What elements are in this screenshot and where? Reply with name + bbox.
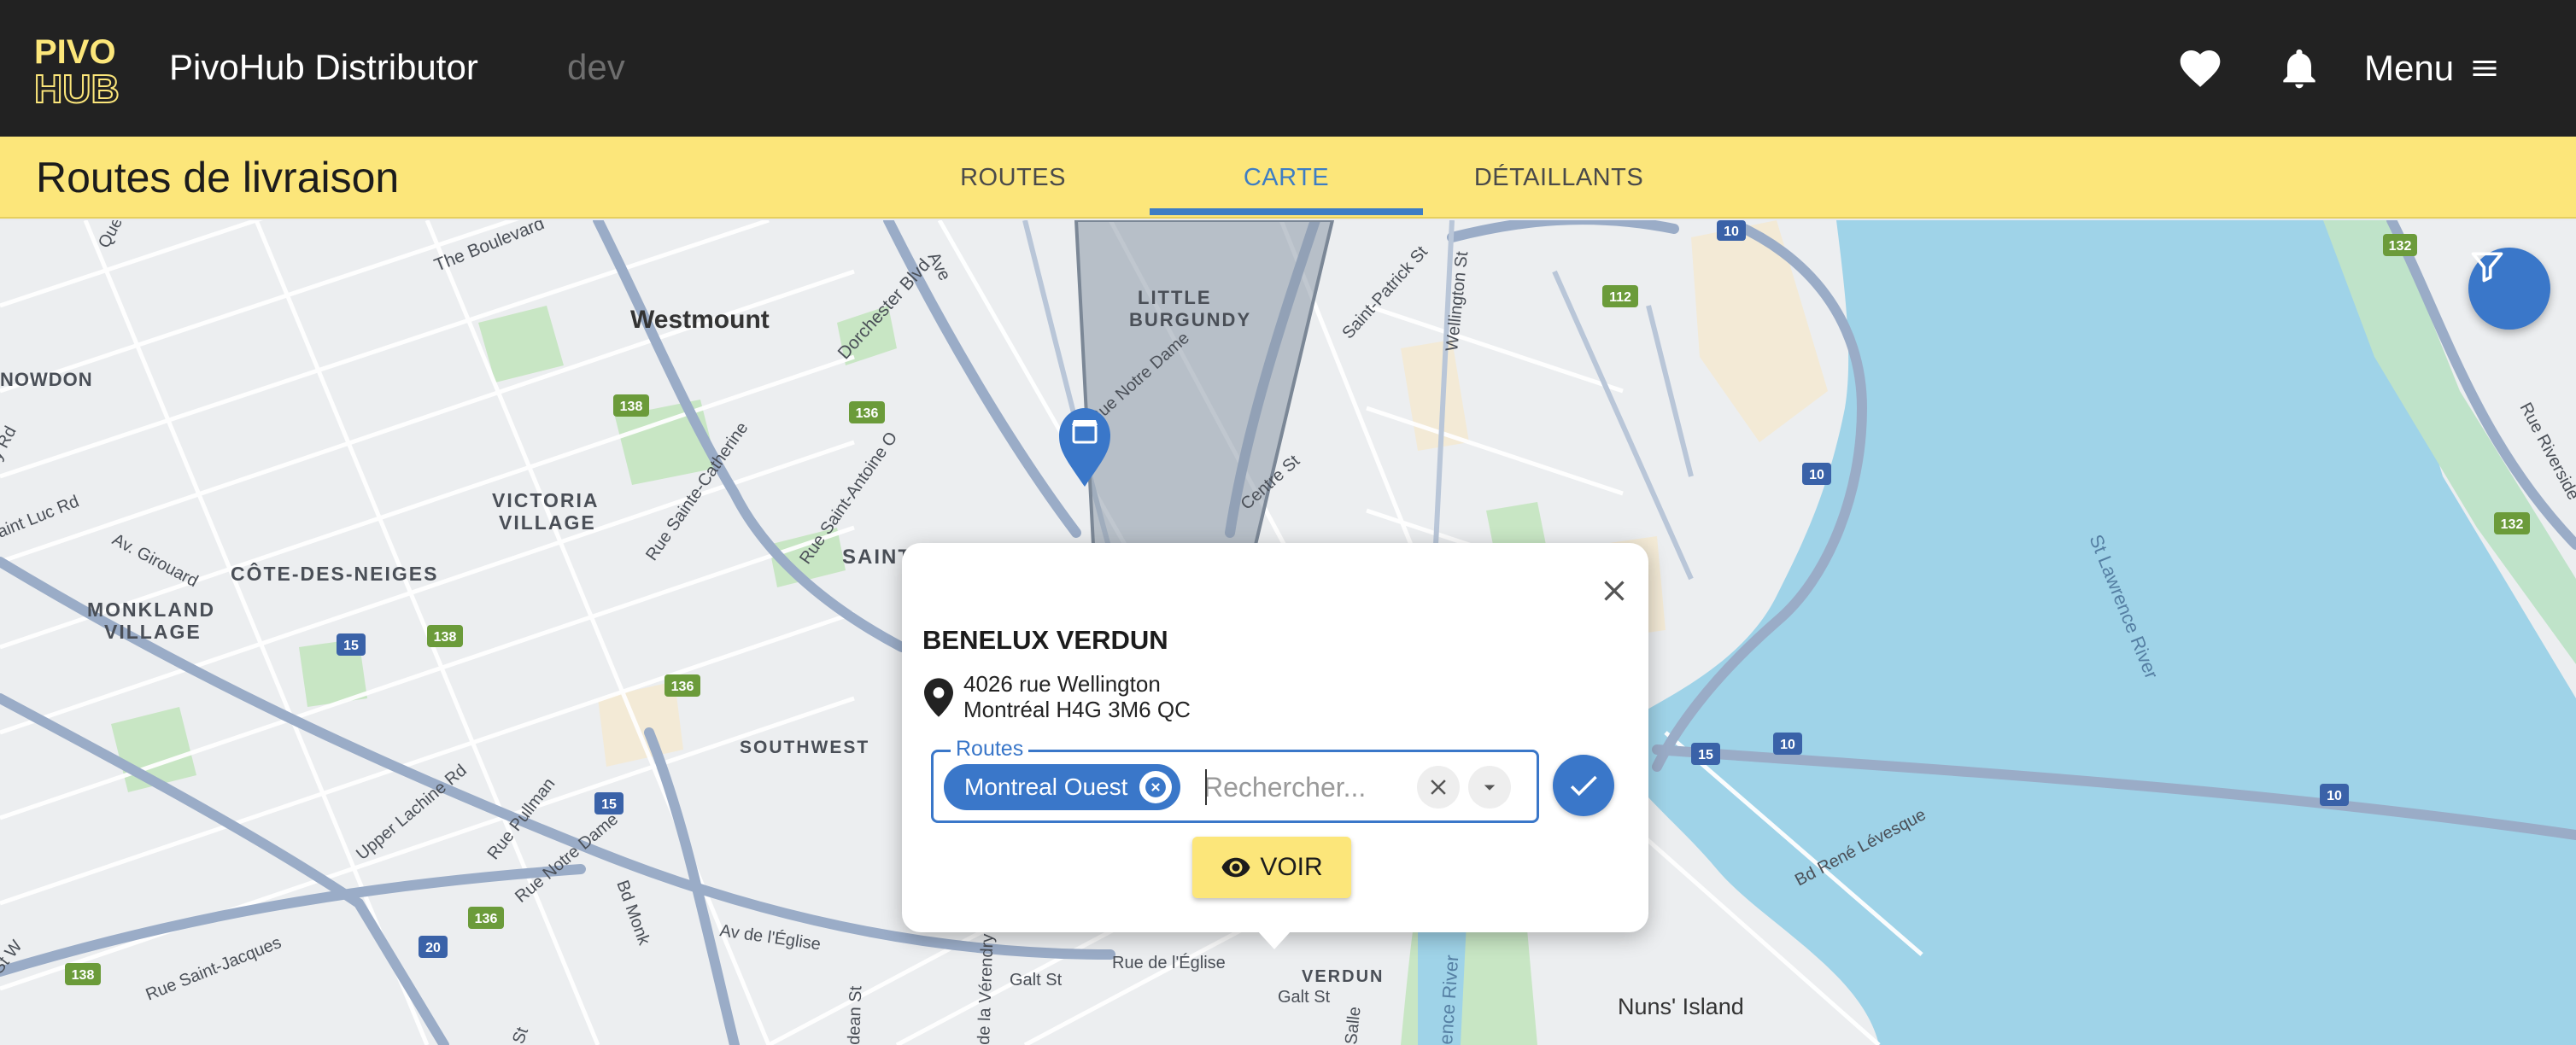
svg-text:dean St: dean St bbox=[845, 985, 865, 1045]
svg-text:132: 132 bbox=[2389, 239, 2412, 254]
svg-text:VERDUN: VERDUN bbox=[1302, 967, 1384, 986]
store-name: BENELUX VERDUN bbox=[922, 625, 1168, 655]
svg-text:PIVO: PIVO bbox=[34, 33, 116, 71]
store-popup: BENELUX VERDUN 4026 rue Wellington Montr… bbox=[902, 543, 1648, 932]
app-bar: PIVO HUB PivoHub Distributor dev Menu bbox=[0, 0, 2576, 137]
active-tab-indicator bbox=[1150, 208, 1423, 215]
svg-text:132: 132 bbox=[2501, 517, 2524, 532]
svg-text:VILLAGE: VILLAGE bbox=[104, 621, 202, 643]
svg-text:VICTORIA: VICTORIA bbox=[492, 489, 599, 511]
eye-icon bbox=[1221, 857, 1250, 878]
svg-text:136: 136 bbox=[475, 912, 498, 926]
svg-text:CÔTE-DES-NEIGES: CÔTE-DES-NEIGES bbox=[231, 562, 438, 585]
address-line-1: 4026 rue Wellington bbox=[963, 671, 1161, 697]
shield-label: 10 bbox=[1724, 225, 1739, 239]
svg-text:MONKLAND: MONKLAND bbox=[87, 598, 215, 621]
svg-text:HUB: HUB bbox=[34, 67, 120, 108]
confirm-route-button[interactable] bbox=[1553, 755, 1614, 816]
favorites-heart-icon[interactable] bbox=[2176, 44, 2224, 92]
svg-text:Salle: Salle bbox=[1342, 1006, 1365, 1045]
clear-selection-button[interactable] bbox=[1417, 766, 1460, 809]
map-label-westmount: Westmount bbox=[630, 306, 770, 334]
page-title: Routes de livraison bbox=[36, 154, 400, 201]
svg-text:10: 10 bbox=[1809, 468, 1824, 482]
filter-button[interactable] bbox=[2468, 248, 2550, 330]
text-caret bbox=[1205, 769, 1207, 805]
page-header: Routes de livraison ROUTES CARTE DÉTAILL… bbox=[0, 137, 2576, 219]
check-icon bbox=[1570, 775, 1597, 797]
svg-text:Galt St: Galt St bbox=[1010, 971, 1063, 990]
svg-text:LITTLE: LITTLE bbox=[1138, 287, 1212, 308]
svg-text:20: 20 bbox=[425, 941, 441, 955]
svg-text:138: 138 bbox=[434, 630, 457, 645]
tab-detaillants[interactable]: DÉTAILLANTS bbox=[1452, 137, 1666, 219]
filter-icon bbox=[2471, 252, 2503, 283]
menu-button[interactable]: Menu bbox=[2364, 39, 2500, 97]
svg-text:138: 138 bbox=[72, 968, 95, 983]
route-chip-label: Montreal Ouest bbox=[964, 774, 1128, 800]
voir-label: VOIR bbox=[1260, 853, 1323, 881]
close-popup-button[interactable] bbox=[1590, 567, 1638, 615]
dropdown-toggle-button[interactable] bbox=[1468, 766, 1511, 809]
close-icon bbox=[1604, 581, 1625, 601]
routes-label: Routes bbox=[951, 737, 1029, 761]
svg-text:138: 138 bbox=[620, 400, 643, 414]
hamburger-icon bbox=[2473, 61, 2497, 76]
svg-text:Galt St: Galt St bbox=[1278, 988, 1331, 1007]
environment-tag: dev bbox=[567, 47, 625, 87]
remove-chip-icon[interactable] bbox=[1139, 771, 1173, 803]
tab-routes[interactable]: ROUTES bbox=[928, 137, 1098, 219]
svg-text:15: 15 bbox=[1698, 748, 1713, 762]
svg-text:10: 10 bbox=[1780, 738, 1795, 752]
svg-text:BURGUNDY: BURGUNDY bbox=[1129, 309, 1251, 330]
tab-carte[interactable]: CARTE bbox=[1150, 137, 1423, 219]
svg-text:VILLAGE: VILLAGE bbox=[499, 511, 596, 534]
voir-button[interactable]: VOIR bbox=[1192, 837, 1351, 898]
svg-text:SOUTHWEST: SOUTHWEST bbox=[740, 738, 869, 757]
route-chip[interactable]: Montreal Ouest bbox=[944, 764, 1181, 810]
notifications-bell-icon[interactable] bbox=[2275, 44, 2323, 92]
svg-text:136: 136 bbox=[671, 680, 694, 694]
clear-icon bbox=[1431, 779, 1446, 795]
menu-label: Menu bbox=[2364, 48, 2455, 88]
svg-text:136: 136 bbox=[856, 406, 879, 421]
svg-text:15: 15 bbox=[343, 639, 359, 653]
address-line-2: Montréal H4G 3M6 QC bbox=[963, 697, 1191, 722]
svg-text:Nuns' Island: Nuns' Island bbox=[1618, 994, 1744, 1019]
app-title: PivoHub Distributor bbox=[169, 47, 478, 87]
chevron-down-icon bbox=[1484, 785, 1496, 791]
popup-pointer bbox=[1257, 931, 1291, 949]
svg-text:10: 10 bbox=[2327, 789, 2342, 803]
location-pin-icon bbox=[924, 678, 953, 717]
svg-text:Rue de l'Église: Rue de l'Église bbox=[1112, 953, 1226, 972]
routes-select[interactable]: Routes Montreal Ouest bbox=[931, 737, 1539, 823]
svg-text:NOWDON: NOWDON bbox=[0, 369, 93, 390]
pivohub-logo[interactable]: PIVO HUB bbox=[32, 29, 142, 112]
svg-text:112: 112 bbox=[1609, 290, 1631, 305]
route-search-input[interactable] bbox=[1203, 766, 1391, 809]
svg-text:de la Vérendry: de la Vérendry bbox=[975, 933, 998, 1045]
